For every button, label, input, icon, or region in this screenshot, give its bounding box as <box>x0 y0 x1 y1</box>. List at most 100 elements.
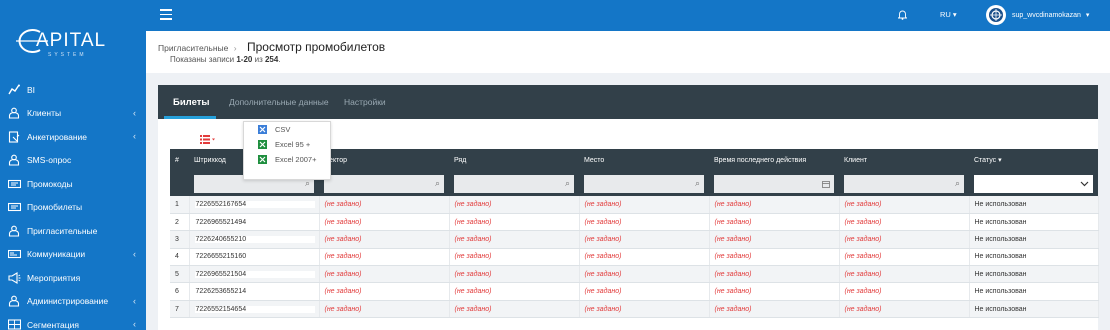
status-cell: Не использован <box>969 300 1099 319</box>
sidebar-item-7[interactable]: Коммуникации ‹ <box>0 243 146 267</box>
users-icon <box>7 107 21 119</box>
table-body: 1 7226552167654 (не задано) (не задано) (не … <box>170 196 1099 319</box>
chevron-down-icon <box>1080 181 1089 186</box>
excel-file-icon <box>258 155 267 164</box>
client-filter-input[interactable]: ⌕ <box>844 174 964 193</box>
sidebar-item-8[interactable]: Мероприятия <box>0 266 146 290</box>
barcode-cell: 7226965521504 <box>189 265 320 284</box>
excel-file-icon <box>258 140 267 149</box>
export-excel95-option[interactable]: Excel 95 + <box>244 137 330 152</box>
last-action-cell: (не задано) <box>709 248 840 267</box>
row-number: 2 <box>170 213 190 232</box>
client-cell: (не задано) <box>839 265 970 284</box>
sidebar-item-label: Промобилеты <box>27 202 83 213</box>
sidebar-item-3[interactable]: SMS-опрос <box>0 149 146 173</box>
sidebar-item-label: BI <box>27 84 36 95</box>
row-number: 1 <box>170 196 190 214</box>
barcode-value: 7226240655210 <box>194 235 315 243</box>
barcode-cell: 7226965521494 <box>189 213 320 232</box>
sidebar-item-label: Администрирование <box>27 296 109 307</box>
search-icon: ⌕ <box>434 178 440 188</box>
sector-filter-input[interactable]: ⌕ <box>324 174 444 193</box>
row-filter-input[interactable]: ⌕ <box>454 174 574 193</box>
column-header-seat[interactable]: Место <box>579 149 709 171</box>
row-number: 4 <box>170 248 190 267</box>
sidebar-nav: BI Клиенты ‹ Анкетирование ‹ SMS-опрос Промоко… <box>0 78 146 330</box>
page-title: Просмотр промобилетов <box>247 40 386 54</box>
bell-icon[interactable] <box>897 9 908 22</box>
columns-toggle-button[interactable] <box>196 130 220 148</box>
breadcrumb-separator: › <box>233 43 237 53</box>
sidebar-item-0[interactable]: BI <box>0 78 146 102</box>
row-cell: (не задано) <box>449 282 580 301</box>
search-icon: ⌕ <box>954 178 960 188</box>
user-caret-icon: ▾ <box>1085 12 1090 19</box>
barcode-value: 7226965521494 <box>194 218 315 226</box>
export-excel2007-option[interactable]: Excel 2007+ <box>244 152 330 167</box>
chevron-left-icon: ‹ <box>133 248 136 259</box>
client-cell: (не задано) <box>839 282 970 301</box>
user-menu[interactable]: sup_wvcdinamokazan ▾ <box>986 5 1089 25</box>
calendar-icon <box>822 180 830 188</box>
sms-icon <box>7 154 21 166</box>
last-action-cell: (не задано) <box>709 230 840 249</box>
tab-settings[interactable]: Настройки <box>344 97 386 107</box>
communication-icon <box>7 248 21 260</box>
column-header-row[interactable]: Ряд <box>449 149 579 171</box>
ticket-icon <box>7 178 21 190</box>
tab-tickets[interactable]: Билеты <box>173 97 210 108</box>
tab-additional-data[interactable]: Дополнительные данные <box>229 97 329 107</box>
table-row[interactable]: 6 7226253655214 (не задано) (не задано) (не … <box>170 282 1099 301</box>
seat-cell: (не задано) <box>579 196 710 214</box>
sidebar: APITAL SYSTEM BI Клиенты ‹ Анкетирование ‹ SM… <box>0 0 146 330</box>
barcode-value: 7226552167654 <box>194 200 315 208</box>
export-dropdown: CSV Excel 95 + Excel 2007+ <box>243 121 331 180</box>
logo-subtext: SYSTEM <box>48 52 87 58</box>
table-row[interactable]: 4 7226655215160 (не задано) (не задано) (не … <box>170 248 1099 267</box>
table-row[interactable]: 2 7226965521494 (не задано) (не задано) (не … <box>170 213 1099 232</box>
seat-cell: (не задано) <box>579 213 710 232</box>
column-header-client[interactable]: Клиент <box>839 149 969 171</box>
seat-cell: (не задано) <box>579 265 710 284</box>
menu-toggle-icon[interactable] <box>160 9 172 20</box>
sidebar-item-4[interactable]: Промокоды <box>0 172 146 196</box>
last-action-cell: (не задано) <box>709 300 840 319</box>
status-cell: Не использован <box>969 265 1099 284</box>
table-row[interactable]: 5 7226965521504 (не задано) (не задано) (не … <box>170 265 1099 284</box>
table-row[interactable]: 7 7226552154654 (не задано) (не задано) (не … <box>170 300 1099 319</box>
avatar <box>986 5 1006 25</box>
row-number: 5 <box>170 265 190 284</box>
last-action-cell: (не задано) <box>709 196 840 214</box>
sidebar-item-1[interactable]: Клиенты ‹ <box>0 102 146 126</box>
status-cell: Не использован <box>969 282 1099 301</box>
row-cell: (не задано) <box>449 230 580 249</box>
sidebar-item-10[interactable]: Сегментация ‹ <box>0 313 146 330</box>
search-icon: ⌕ <box>694 178 700 188</box>
sidebar-item-2[interactable]: Анкетирование ‹ <box>0 125 146 149</box>
export-csv-option[interactable]: CSV <box>244 122 330 137</box>
sidebar-item-label: Промокоды <box>27 178 73 189</box>
date-filter-input[interactable] <box>714 174 834 193</box>
column-header-last-action-time[interactable]: Время последнего действия <box>709 149 839 171</box>
logo[interactable]: APITAL SYSTEM <box>10 29 122 60</box>
table-row[interactable]: 1 7226552167654 (не задано) (не задано) (не … <box>170 196 1099 214</box>
sidebar-item-9[interactable]: Администрирование ‹ <box>0 290 146 314</box>
sidebar-item-5[interactable]: Промобилеты <box>0 196 146 220</box>
list-icon <box>200 134 215 144</box>
seat-filter-input[interactable]: ⌕ <box>584 174 704 193</box>
sidebar-item-6[interactable]: Пригласительные <box>0 219 146 243</box>
main-content: Пригласительные › Просмотр промобилетов … <box>146 31 1110 330</box>
barcode-value: 7226253655214 <box>194 288 315 296</box>
status-cell: Не использован <box>969 213 1099 232</box>
seat-cell: (не задано) <box>579 248 710 267</box>
sector-cell: (не задано) <box>319 196 450 214</box>
language-selector[interactable]: RU ▾ <box>940 10 957 19</box>
breadcrumb-link[interactable]: Пригласительные <box>158 43 228 53</box>
sector-cell: (не задано) <box>319 230 450 249</box>
row-cell: (не задано) <box>449 248 580 267</box>
users-icon <box>7 225 21 237</box>
status-filter-select[interactable] <box>974 174 1093 193</box>
table-row[interactable]: 3 7226240655210 (не задано) (не задано) (не … <box>170 230 1099 249</box>
column-header-status[interactable]: Статус ▾ <box>969 149 1098 171</box>
column-header-sector[interactable]: Сектор <box>319 149 449 171</box>
